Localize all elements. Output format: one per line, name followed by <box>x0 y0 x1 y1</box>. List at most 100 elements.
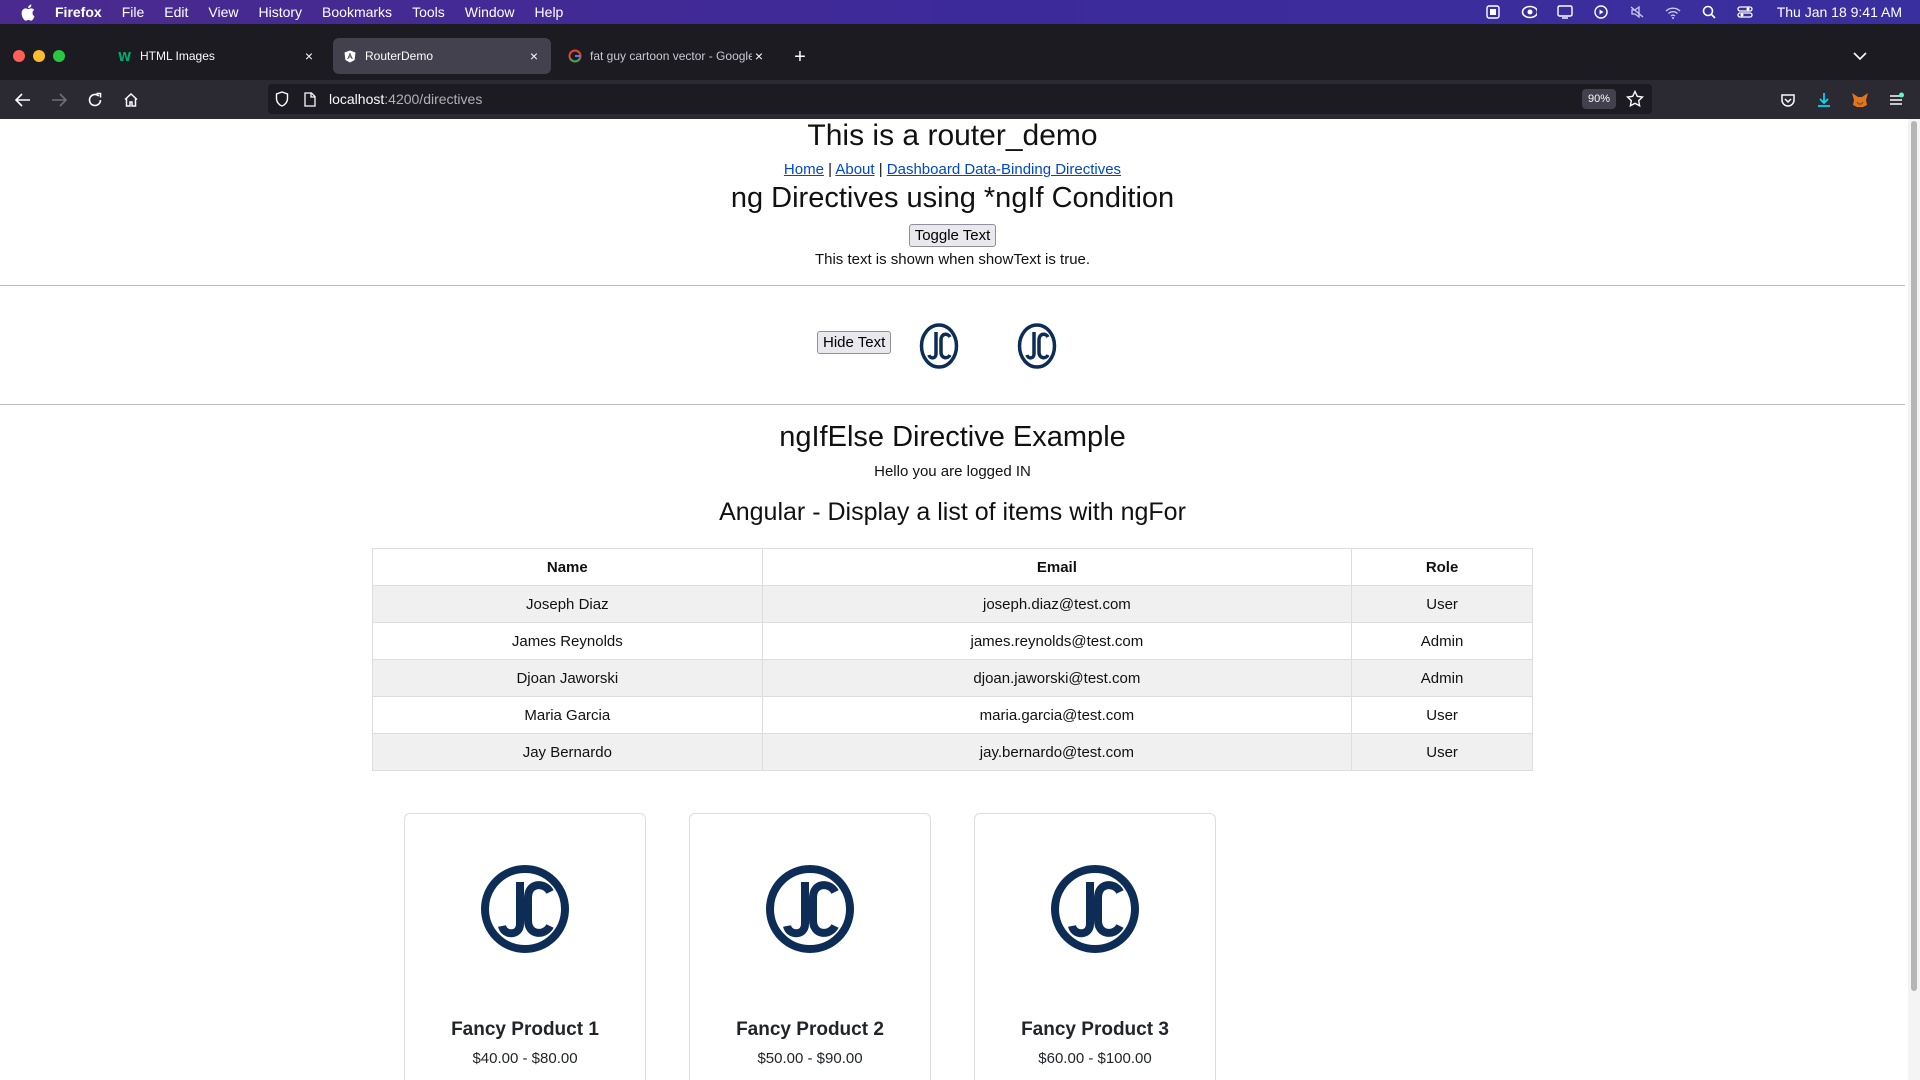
divider <box>0 404 1905 405</box>
url-bar[interactable]: localhost:4200/directives 90% <box>268 84 1652 114</box>
link-separator: | <box>874 161 887 178</box>
menu-file[interactable]: File <box>122 4 145 20</box>
close-tab-icon[interactable]: × <box>527 48 541 64</box>
cell-role: User <box>1351 733 1533 771</box>
menu-bookmarks[interactable]: Bookmarks <box>322 4 392 20</box>
muted-icon[interactable] <box>1629 5 1645 19</box>
cell-email: james.reynolds@test.com <box>761 622 1353 660</box>
tracking-protection-icon[interactable] <box>274 91 290 107</box>
scrollbar-thumb[interactable] <box>1911 121 1917 991</box>
forward-icon[interactable] <box>47 88 71 112</box>
macos-menu-bar: Firefox File Edit View History Bookmarks… <box>0 0 1920 24</box>
tab-routerdemo[interactable]: RouterDemo × <box>333 38 551 74</box>
toggle-text-button[interactable]: Toggle Text <box>908 224 997 247</box>
cell-name: Maria Garcia <box>372 696 763 734</box>
menu-app-name[interactable]: Firefox <box>55 4 102 20</box>
cell-role: User <box>1351 696 1533 734</box>
users-table: Name Email Role Joseph Diaz joseph.diaz@… <box>372 548 1533 771</box>
menu-window[interactable]: Window <box>465 4 515 20</box>
search-icon[interactable] <box>1701 5 1717 19</box>
home-link[interactable]: Home <box>784 161 824 178</box>
cell-name: James Reynolds <box>372 622 763 660</box>
close-tab-icon[interactable]: × <box>752 48 766 64</box>
dashboard-link[interactable]: Dashboard Data-Binding Directives <box>887 161 1121 178</box>
jc-logo-image <box>1017 323 1057 369</box>
cell-email: djoan.jaworski@test.com <box>761 659 1353 697</box>
wifi-icon[interactable] <box>1665 5 1681 19</box>
menu-history[interactable]: History <box>258 4 302 20</box>
close-tab-icon[interactable]: × <box>302 48 316 64</box>
metamask-fox-icon[interactable] <box>1848 88 1872 112</box>
menu-help[interactable]: Help <box>535 4 564 20</box>
router-nav-links: Home | About | Dashboard Data-Binding Di… <box>0 161 1905 178</box>
product-card[interactable]: Fancy Product 3 $60.00 - $100.00 <box>974 813 1216 1080</box>
widget-icon[interactable] <box>1485 5 1501 19</box>
tab-google-search[interactable]: fat guy cartoon vector - Google × <box>558 38 776 74</box>
menu-clock[interactable]: Thu Jan 18 9:41 AM <box>1777 4 1902 20</box>
app-menu-icon[interactable] <box>1884 88 1908 112</box>
downloads-icon[interactable] <box>1812 88 1836 112</box>
page-info-icon[interactable] <box>302 91 318 107</box>
zoom-window-button[interactable] <box>53 50 65 62</box>
angular-icon <box>343 49 357 63</box>
tab-label: RouterDemo <box>365 49 434 63</box>
jc-logo-image <box>766 865 854 953</box>
cell-name: Djoan Jaworski <box>372 659 763 697</box>
jc-logo-image <box>1051 865 1139 953</box>
menu-edit[interactable]: Edit <box>164 4 188 20</box>
product-price: $40.00 - $80.00 <box>472 1050 578 1067</box>
menu-view[interactable]: View <box>208 4 238 20</box>
column-header-email: Email <box>761 548 1353 586</box>
cell-role: Admin <box>1351 622 1533 660</box>
product-card[interactable]: Fancy Product 2 $50.00 - $90.00 <box>689 813 931 1080</box>
table-row: Jay Bernardo jay.bernardo@test.com User <box>372 733 1533 771</box>
zoom-level-badge[interactable]: 90% <box>1582 89 1616 109</box>
reload-icon[interactable] <box>83 88 107 112</box>
tab-label: fat guy cartoon vector - Google <box>590 49 752 63</box>
table-row: Joseph Diaz joseph.diaz@test.com User <box>372 585 1533 623</box>
tab-html-images[interactable]: W HTML Images × <box>108 38 326 74</box>
product-card[interactable]: Fancy Product 1 $40.00 - $80.00 <box>404 813 646 1080</box>
cell-role: Admin <box>1351 659 1533 697</box>
svg-text:W: W <box>118 50 131 62</box>
cell-name: Jay Bernardo <box>372 733 763 771</box>
hide-text-button[interactable]: Hide Text <box>817 331 892 354</box>
jc-logo-image <box>919 323 959 369</box>
cell-name: Joseph Diaz <box>372 585 763 623</box>
bookmark-star-icon[interactable] <box>1625 89 1645 113</box>
cell-email: maria.garcia@test.com <box>761 696 1353 734</box>
cell-role: User <box>1351 585 1533 623</box>
new-tab-button[interactable]: + <box>790 47 810 67</box>
pocket-icon[interactable] <box>1776 88 1800 112</box>
page-scrollbar[interactable] <box>1908 119 1920 1080</box>
logged-in-message: Hello you are logged IN <box>874 463 1031 480</box>
play-icon[interactable] <box>1593 5 1609 19</box>
creative-cloud-icon[interactable] <box>1521 5 1537 19</box>
ngifelse-heading: ngIfElse Directive Example <box>779 421 1126 453</box>
list-all-tabs-icon[interactable] <box>1852 48 1870 62</box>
jc-logo-image <box>481 865 569 953</box>
tab-label: HTML Images <box>140 49 215 63</box>
apple-icon[interactable] <box>19 3 37 21</box>
shown-text: This text is shown when showText is true… <box>814 251 1091 268</box>
column-header-role: Role <box>1351 548 1533 586</box>
google-icon <box>568 49 582 63</box>
minimize-window-button[interactable] <box>33 50 45 62</box>
cell-email: jay.bernardo@test.com <box>761 733 1353 771</box>
close-window-button[interactable] <box>13 50 25 62</box>
back-icon[interactable] <box>11 88 35 112</box>
cell-email: joseph.diaz@test.com <box>761 585 1353 623</box>
divider <box>0 285 1905 286</box>
page-title: This is a router_demo <box>807 119 1098 152</box>
product-price: $60.00 - $100.00 <box>1038 1050 1152 1067</box>
product-name: Fancy Product 1 <box>451 1019 599 1040</box>
home-icon[interactable] <box>119 88 143 112</box>
page-viewport: This is a router_demo Home | About | Das… <box>0 119 1920 1080</box>
about-link[interactable]: About <box>835 161 874 178</box>
screen-mirroring-icon[interactable] <box>1556 5 1573 19</box>
table-row: Djoan Jaworski djoan.jaworski@test.com A… <box>372 659 1533 697</box>
w3schools-icon: W <box>118 49 132 63</box>
url-text[interactable]: localhost:4200/directives <box>329 91 482 107</box>
control-center-icon[interactable] <box>1737 5 1753 19</box>
menu-tools[interactable]: Tools <box>412 4 445 20</box>
